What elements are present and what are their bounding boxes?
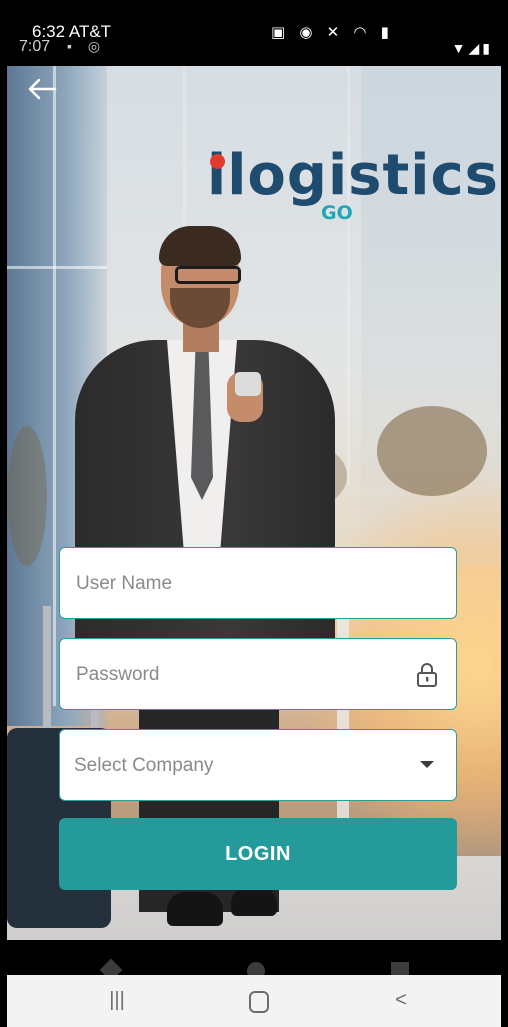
system-navigation-bar: ||| < [7,975,501,1027]
inner-status-time: 7:07 [19,38,51,55]
smartphone [235,372,261,396]
lock-icon[interactable] [416,663,438,687]
inner-navigation-bar [7,940,501,975]
dropdown-caret-icon[interactable] [420,761,434,768]
username-input[interactable] [74,548,418,620]
logo-text: logistics [227,143,499,208]
login-button[interactable]: LOGIN [59,818,457,890]
inner-back-icon [99,958,123,975]
home-icon[interactable] [239,989,279,1015]
inner-recents-icon [391,962,409,975]
password-field[interactable] [59,638,457,711]
logo-go: GO [321,202,353,224]
app-logo: ilogistics GO [207,146,499,226]
beard [170,288,230,328]
glass-frame-line [347,66,350,486]
logo-i: i [207,143,228,208]
company-select-value[interactable]: Select Company [74,730,414,800]
hair [159,226,241,266]
inner-home-icon [247,962,265,975]
back-arrow-icon[interactable] [27,78,57,100]
notification-icons: ▪ ◎ [67,38,107,54]
palm-tree [7,426,47,566]
suitcase-handle [43,606,51,736]
system-status-icons: ▣ ◉ ✕ ◠ ▮ [271,24,394,41]
company-select[interactable]: Select Company [59,729,457,801]
device-frame: 6:32 AT&T 7:07 ▪ ◎ ▣ ◉ ✕ ◠ ▮ ▼◢▮ ilogist… [7,0,501,1027]
recents-icon[interactable]: ||| [97,989,137,1015]
back-icon[interactable]: < [381,989,421,1015]
username-field[interactable] [59,547,457,620]
status-bar: 6:32 AT&T 7:07 ▪ ◎ ▣ ◉ ✕ ◠ ▮ ▼◢▮ [7,0,501,66]
glass-frame-line [53,66,56,706]
password-input[interactable] [74,639,418,711]
logo-wordmark: ilogistics [207,146,499,206]
shoe [167,892,223,926]
shoe [231,886,277,916]
signal-battery-icons: ▼◢▮ [451,40,493,56]
logo-dot [210,154,225,169]
palm-tree [377,406,487,496]
eyeglasses [175,266,241,284]
